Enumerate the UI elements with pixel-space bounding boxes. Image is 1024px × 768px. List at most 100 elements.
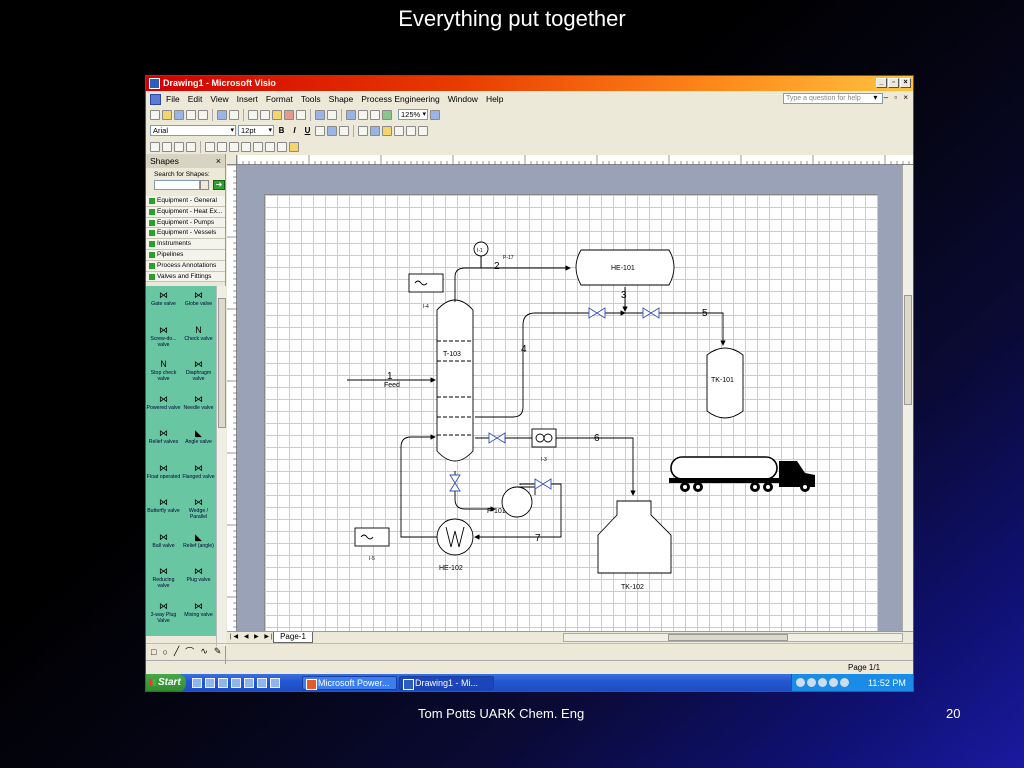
taskbar-item-powerpoint[interactable]: Microsoft Power...	[302, 676, 397, 690]
freeform-tool-icon[interactable]: ∿	[200, 646, 208, 657]
menu-tools[interactable]: Tools	[301, 94, 321, 104]
stencil-shape[interactable]: ⋈ Diaphragm valve	[181, 358, 216, 393]
stencil-equipment-pumps[interactable]: Equipment - Pumps	[146, 217, 225, 229]
flip-icon[interactable]	[229, 141, 239, 152]
quick-launch-icon[interactable]	[192, 678, 202, 688]
stencil-shape[interactable]: ⋈ Reducing valve	[146, 565, 181, 600]
text-tool-icon[interactable]	[370, 109, 380, 120]
taskbar-item-visio[interactable]: Drawing1 - Mi...	[399, 676, 494, 690]
stamp-tool-icon[interactable]	[382, 109, 392, 120]
fill-color-icon[interactable]	[382, 125, 392, 136]
stencil-shape[interactable]: ⋈ Flanged valve	[181, 462, 216, 497]
stencil-shape[interactable]: ⋈ 3-way Plug Valve	[146, 600, 181, 635]
document-window-controls[interactable]: ▾ ‒ ▫ ×	[873, 93, 910, 102]
restore-icon[interactable]: ▫	[888, 78, 899, 88]
instrument-i5[interactable]	[354, 527, 390, 547]
tanker-truck-icon[interactable]	[669, 456, 815, 492]
stencil-shape[interactable]: N Check valve	[181, 324, 216, 359]
undo-icon[interactable]	[315, 109, 325, 120]
stencil-equipment-vessels[interactable]: Equipment - Vessels	[146, 228, 225, 240]
format-painter-icon[interactable]	[296, 109, 306, 120]
page-nav-arrows-icon[interactable]: |◀ ◀ ▶ ▶|	[230, 633, 275, 640]
menu-help[interactable]: Help	[486, 94, 503, 104]
help-icon[interactable]	[430, 109, 440, 120]
line-tool-icon[interactable]: ╱	[174, 646, 179, 657]
tray-icon[interactable]	[807, 678, 816, 687]
stream-2[interactable]	[454, 265, 571, 302]
stream-5[interactable]	[625, 312, 726, 346]
window-title-bar[interactable]: Drawing1 - Microsoft Visio _ ▫ ×	[146, 76, 913, 91]
vertical-scrollbar[interactable]	[902, 165, 913, 631]
layout-icon[interactable]	[186, 141, 196, 152]
menu-shape[interactable]: Shape	[329, 94, 354, 104]
font-size-combo[interactable]: 12pt	[238, 125, 274, 136]
copy-icon[interactable]	[260, 109, 270, 120]
quick-launch-icon[interactable]	[218, 678, 228, 688]
stencil-pipelines[interactable]: Pipelines	[146, 249, 225, 261]
research-icon[interactable]	[229, 109, 239, 120]
cut-icon[interactable]	[248, 109, 258, 120]
bold-button[interactable]: B	[276, 126, 287, 135]
start-button[interactable]: Start	[146, 674, 186, 691]
stencil-process-annotations[interactable]: Process Annotations	[146, 260, 225, 272]
stencil-equipment-general[interactable]: Equipment - General	[146, 196, 225, 207]
align-right-icon[interactable]	[339, 125, 349, 136]
menu-format[interactable]: Format	[266, 94, 293, 104]
quick-launch-icon[interactable]	[205, 678, 215, 688]
valve-icon[interactable]	[534, 478, 552, 490]
line-weight-icon[interactable]	[394, 125, 404, 136]
group-icon[interactable]	[241, 141, 251, 152]
line-color-icon[interactable]	[370, 125, 380, 136]
underline-button[interactable]: U	[302, 126, 313, 135]
redo-icon[interactable]	[327, 109, 337, 120]
menu-insert[interactable]: Insert	[237, 94, 258, 104]
exchanger-he102[interactable]	[436, 518, 474, 556]
stream-4[interactable]	[475, 310, 626, 418]
stencil-shape[interactable]: ⋈ Needle valve	[181, 393, 216, 428]
ask-question-input[interactable]: Type a question for help	[783, 93, 883, 104]
scroll-thumb[interactable]	[218, 298, 226, 428]
delete-icon[interactable]	[284, 109, 294, 120]
tray-icon[interactable]	[796, 678, 805, 687]
menu-window[interactable]: Window	[448, 94, 478, 104]
align-center-icon[interactable]	[327, 125, 337, 136]
chevron-down-icon[interactable]	[200, 180, 209, 190]
font-name-combo[interactable]: Arial	[150, 125, 236, 136]
scroll-thumb[interactable]	[904, 295, 912, 405]
zoom-combo[interactable]: 125%	[398, 109, 428, 120]
font-color-icon[interactable]	[358, 125, 368, 136]
stencil-shape[interactable]: ◣ Relief (angle)	[181, 531, 216, 566]
distribute-shapes-icon[interactable]	[162, 141, 172, 152]
menu-edit[interactable]: Edit	[188, 94, 203, 104]
stencil-shape[interactable]: ⋈ Float operated	[146, 462, 181, 497]
tray-icon[interactable]	[829, 678, 838, 687]
connect-shapes-icon[interactable]	[174, 141, 184, 152]
tank-tk102[interactable]	[597, 500, 672, 574]
italic-button[interactable]: I	[289, 126, 300, 135]
stencil-shape[interactable]: ⋈ Screw-do... valve	[146, 324, 181, 359]
drawing-canvas[interactable]: 1 2 3 4 5 6 7 Feed T-103 HE-101 TK-101 P…	[237, 165, 902, 631]
stencil-shape[interactable]: ⋈ Powered valve	[146, 393, 181, 428]
stencil-shape[interactable]: ⋈ Butterfly valve	[146, 496, 181, 531]
ungroup-icon[interactable]	[253, 141, 263, 152]
close-icon[interactable]: ×	[900, 78, 911, 88]
bring-front-icon[interactable]	[265, 141, 275, 152]
stencil-shape[interactable]: ⋈ Relief valves	[146, 427, 181, 462]
rectangle-tool-icon[interactable]: □	[151, 647, 156, 657]
tray-icon[interactable]	[818, 678, 827, 687]
vertical-ruler[interactable]	[227, 164, 237, 635]
align-shapes-icon[interactable]	[150, 141, 160, 152]
menu-file[interactable]: File	[166, 94, 180, 104]
horizontal-ruler[interactable]	[236, 155, 913, 165]
recycle-line[interactable]	[400, 434, 437, 538]
stencil-shape[interactable]: ⋈ Gate valve	[146, 289, 181, 324]
print-icon[interactable]	[186, 109, 196, 120]
search-input[interactable]	[154, 180, 200, 190]
arc-tool-icon[interactable]: ⌒	[185, 645, 194, 658]
stencil-equipment-heat-exchangers[interactable]: Equipment - Heat Ex...	[146, 206, 225, 218]
document-icon[interactable]	[150, 93, 161, 105]
print-preview-icon[interactable]	[198, 109, 208, 120]
scroll-thumb[interactable]	[668, 634, 788, 641]
pencil-tool-icon[interactable]: ✎	[214, 646, 222, 657]
bottoms-line[interactable]	[454, 471, 496, 512]
